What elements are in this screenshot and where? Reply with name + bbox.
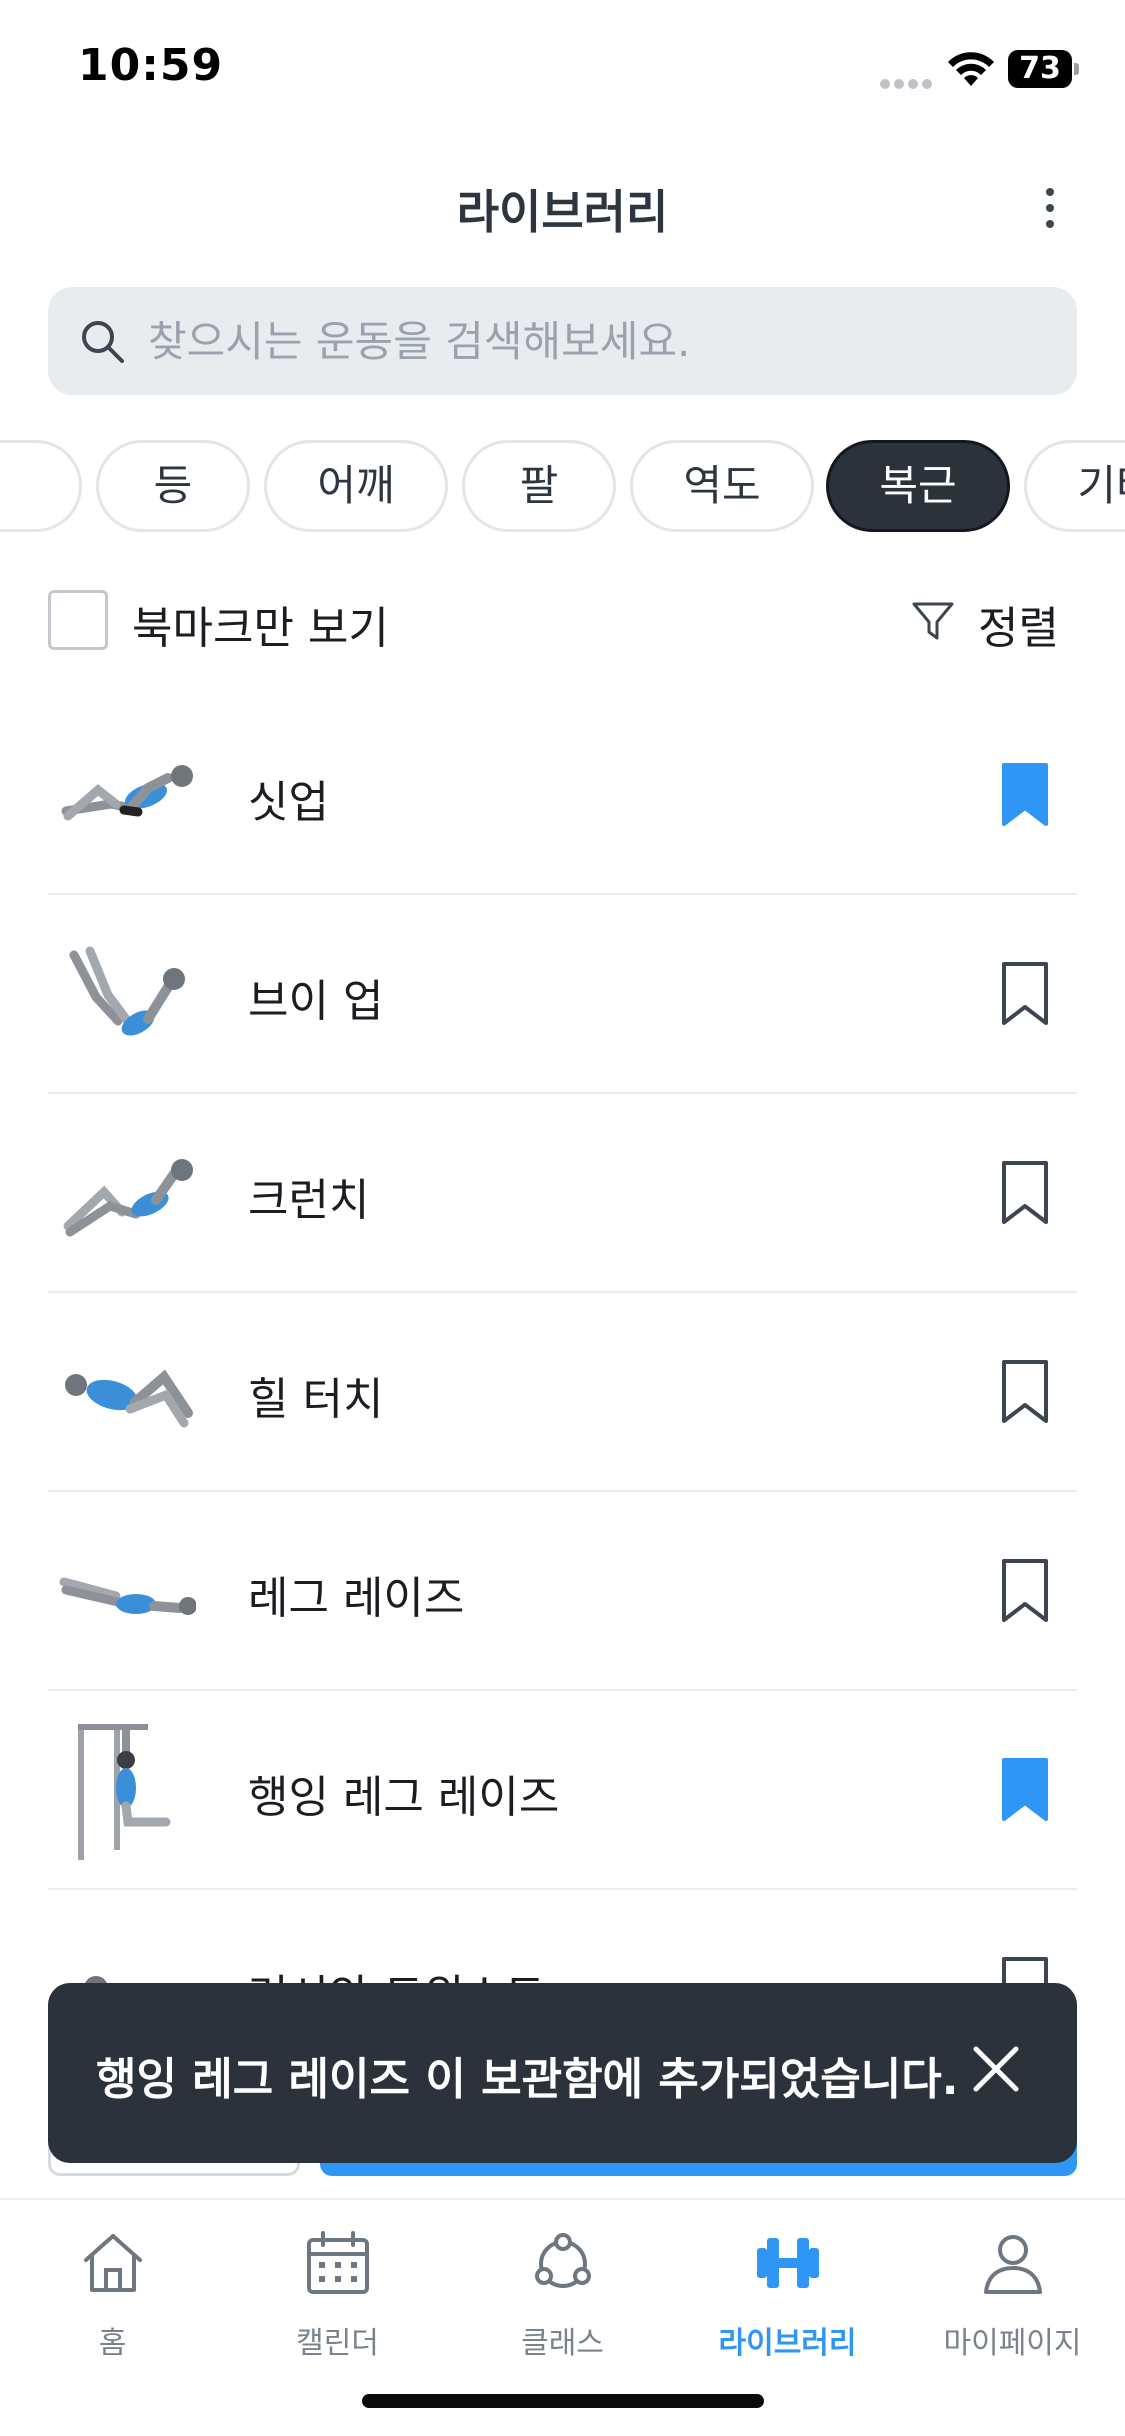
- hanging-leg-raise-illustration: [78, 1724, 171, 1860]
- toast-notification: 행잉 레그 레이즈 이 보관함에 추가되었습니다.: [48, 1983, 1077, 2163]
- exercise-name: 싯업: [248, 777, 329, 828]
- exercise-name: 레그 레이즈: [248, 1573, 465, 1624]
- exercise-name: 크런치: [248, 1175, 370, 1226]
- home-icon: [84, 2234, 142, 2292]
- exercise-row[interactable]: 싯업: [48, 696, 1077, 895]
- leg-raise-illustration: [59, 1577, 196, 1615]
- bookmark-only-checkbox[interactable]: [48, 590, 108, 650]
- more-options-button[interactable]: [1030, 178, 1070, 238]
- tab-mypage[interactable]: 마이페이지: [900, 2230, 1125, 2370]
- tab-home[interactable]: 홈: [0, 2230, 225, 2370]
- cellular-signal-icon: [880, 74, 936, 89]
- sort-label: 정렬: [978, 603, 1059, 654]
- exercise-row[interactable]: 레그 레이즈: [48, 1492, 1077, 1691]
- exercise-name: 브이 업: [248, 976, 384, 1027]
- category-chips: 등 어깨 팔 역도 복근 기타: [0, 440, 1125, 534]
- filter-icon: [912, 602, 954, 640]
- status-bar: 10:59 73: [0, 0, 1125, 130]
- exercise-name: 행잉 레그 레이즈: [248, 1772, 560, 1823]
- chip-etc[interactable]: 기타: [1024, 440, 1125, 532]
- bookmark-outline-icon[interactable]: [1000, 1160, 1050, 1226]
- sort-button[interactable]: 정렬: [910, 590, 1070, 654]
- bookmark-only-label[interactable]: 북마크만 보기: [132, 592, 389, 656]
- share-nodes-icon: [535, 2233, 591, 2288]
- search-input[interactable]: [148, 287, 1048, 395]
- bookmark-filled-icon[interactable]: [1000, 762, 1050, 828]
- battery-icon: 73: [1008, 50, 1080, 88]
- tab-label: 마이페이지: [943, 2326, 1082, 2361]
- tab-label: 클래스: [521, 2326, 604, 2361]
- bookmark-filled-icon[interactable]: [1000, 1757, 1050, 1823]
- tab-label: 라이브러리: [718, 2326, 857, 2361]
- situp-illustration: [61, 765, 193, 821]
- crunch-illustration: [63, 1159, 193, 1237]
- bookmark-outline-icon[interactable]: [1000, 961, 1050, 1027]
- exercise-row[interactable]: 힐 터치: [48, 1293, 1077, 1492]
- search-icon: [82, 321, 124, 363]
- tab-label: 홈: [98, 2326, 127, 2361]
- search-bar[interactable]: [48, 287, 1077, 395]
- page-title: 라이브러리: [456, 185, 669, 239]
- chip-shoulder[interactable]: 어깨: [264, 440, 448, 532]
- battery-level: 73: [1019, 51, 1061, 86]
- tab-calendar[interactable]: 캘린더: [225, 2230, 450, 2370]
- v-up-illustration: [69, 946, 185, 1036]
- tab-library[interactable]: 라이브러리: [675, 2230, 900, 2370]
- chip-back[interactable]: 등: [96, 440, 250, 532]
- dumbbell-icon: [757, 2238, 819, 2288]
- chip-partial[interactable]: [0, 440, 82, 532]
- wifi-icon: [948, 52, 994, 86]
- calendar-icon: [307, 2231, 369, 2294]
- tab-label: 캘린더: [296, 2326, 379, 2361]
- chip-arm[interactable]: 팔: [462, 440, 616, 532]
- chip-weightlifting[interactable]: 역도: [630, 440, 814, 532]
- exercise-row[interactable]: 크런치: [48, 1094, 1077, 1293]
- close-icon[interactable]: [966, 2039, 1026, 2099]
- heel-touch-illustration: [65, 1369, 193, 1428]
- status-time: 10:59: [78, 40, 224, 91]
- exercise-name: 힐 터치: [248, 1374, 384, 1425]
- chip-abs[interactable]: 복근: [826, 440, 1010, 532]
- toast-message: 행잉 레그 레이즈 이 보관함에 추가되었습니다.: [96, 2054, 959, 2105]
- home-indicator: [362, 2394, 764, 2408]
- bookmark-outline-icon[interactable]: [1000, 1558, 1050, 1624]
- bookmark-outline-icon[interactable]: [1000, 1359, 1050, 1425]
- exercise-row[interactable]: 행잉 레그 레이즈: [48, 1691, 1077, 1890]
- person-icon: [984, 2235, 1042, 2294]
- tab-class[interactable]: 클래스: [450, 2230, 675, 2370]
- exercise-row[interactable]: 브이 업: [48, 895, 1077, 1094]
